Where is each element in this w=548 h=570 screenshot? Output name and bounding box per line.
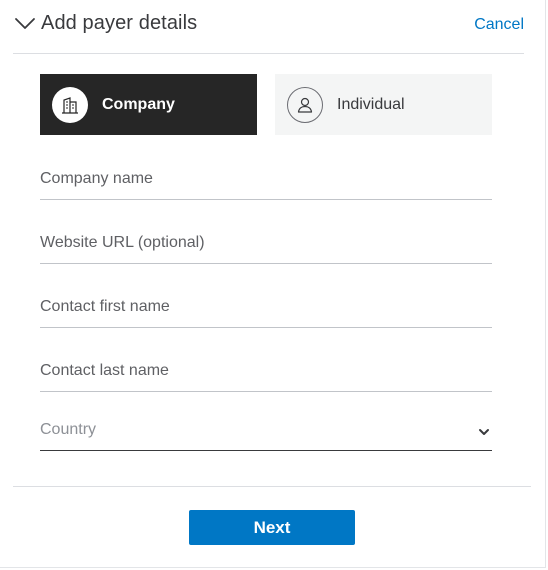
- page-title: Add payer details: [41, 12, 198, 34]
- chevron-down-icon[interactable]: [13, 12, 37, 36]
- contact-last-name-field: [40, 352, 492, 392]
- footer-divider: [13, 486, 531, 487]
- payer-type-individual-button[interactable]: Individual: [275, 74, 492, 135]
- payer-type-company-label: Company: [102, 95, 175, 113]
- country-placeholder: Country: [40, 421, 97, 438]
- contact-first-name-input[interactable]: [40, 298, 492, 316]
- next-button[interactable]: Next: [189, 510, 355, 545]
- payer-type-individual-label: Individual: [337, 95, 405, 113]
- company-name-input[interactable]: [40, 170, 492, 188]
- panel-header: Add payer details Cancel: [13, 0, 524, 54]
- chevron-down-icon: [478, 425, 490, 437]
- contact-first-name-field: [40, 288, 492, 328]
- country-select[interactable]: Country: [40, 411, 492, 451]
- payer-details-panel: Add payer details Cancel Company Individ…: [0, 0, 546, 568]
- website-url-input[interactable]: [40, 234, 492, 252]
- cancel-button[interactable]: Cancel: [474, 16, 524, 34]
- website-url-field: [40, 224, 492, 264]
- payer-type-company-button[interactable]: Company: [40, 74, 257, 135]
- person-icon: [287, 86, 323, 123]
- building-icon: [52, 86, 88, 123]
- contact-last-name-input[interactable]: [40, 362, 492, 380]
- company-name-field: [40, 160, 492, 200]
